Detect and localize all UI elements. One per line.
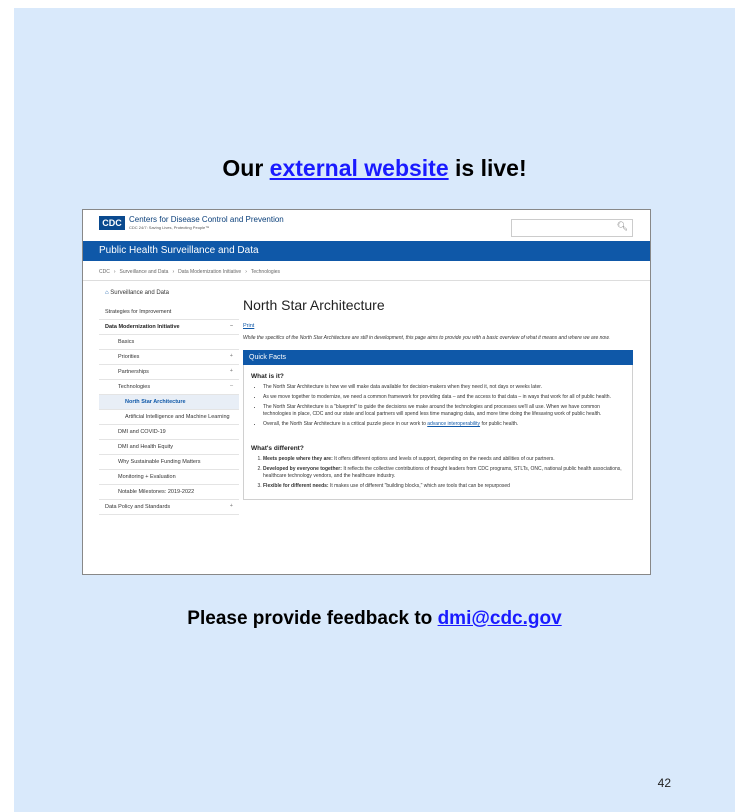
- collapse-icon[interactable]: –: [230, 383, 233, 389]
- sidebar-item-label: Why Sustainable Funding Matters: [118, 459, 201, 465]
- list-item-text: It makes use of different "building bloc…: [329, 483, 510, 489]
- list-item: As we move together to modernize, we nee…: [263, 394, 625, 401]
- sidebar-item[interactable]: Data Modernization Initiative –: [99, 320, 239, 335]
- sidebar-item[interactable]: Strategies for Improvement: [99, 305, 239, 320]
- list-item-bold: Developed by everyone together:: [263, 466, 342, 472]
- main-content: North Star Architecture Print While the …: [243, 297, 633, 500]
- what-is-it-heading: What is it?: [251, 373, 284, 380]
- breadcrumb-separator: ›: [172, 269, 175, 275]
- expand-icon[interactable]: +: [230, 368, 233, 374]
- site-banner[interactable]: Public Health Surveillance and Data: [83, 241, 650, 261]
- list-item: Flexible for different needs: It makes u…: [263, 483, 625, 490]
- list-item-bold: Meets people where they are:: [263, 456, 333, 462]
- sidebar-item[interactable]: Priorities +: [99, 350, 239, 365]
- sidebar-nav: ⌂ Surveillance and Data Strategies for I…: [99, 290, 239, 515]
- sidebar-item[interactable]: DMI and Health Equity: [99, 440, 239, 455]
- list-item-text: It offers different options and levels o…: [334, 456, 555, 462]
- quick-facts-box: What is it? The North Star Architecture …: [243, 365, 633, 500]
- quick-facts-header: Quick Facts: [243, 350, 633, 365]
- sidebar-item-label: Monitoring + Evaluation: [118, 474, 176, 480]
- list-item-text: for public health.: [481, 421, 519, 427]
- sidebar-home-label: Surveillance and Data: [110, 290, 169, 296]
- sidebar-item-label: Basics: [118, 339, 135, 345]
- sidebar-item-label: Strategies for Improvement: [105, 309, 172, 315]
- sidebar-item-label: Priorities: [118, 354, 140, 360]
- sidebar-item[interactable]: Partnerships +: [99, 365, 239, 380]
- breadcrumb-item[interactable]: Surveillance and Data: [120, 269, 169, 275]
- list-item: The North Star Architecture is a "bluepr…: [263, 404, 625, 418]
- breadcrumb-item[interactable]: CDC: [99, 269, 110, 275]
- expand-icon[interactable]: +: [230, 503, 233, 509]
- sidebar-item[interactable]: Why Sustainable Funding Matters: [99, 455, 239, 470]
- slide-title: Our external website is live!: [14, 155, 735, 182]
- feedback-email-link[interactable]: dmi@cdc.gov: [438, 608, 562, 629]
- page-number: 42: [657, 776, 671, 790]
- sidebar-item-label: North Star Architecture: [125, 399, 186, 405]
- sidebar-item-label: Artificial Intelligence and Machine Lear…: [125, 414, 230, 420]
- title-prefix: Our: [222, 155, 264, 181]
- sidebar-item[interactable]: Notable Milestones: 2019-2022: [99, 485, 239, 500]
- sidebar-item[interactable]: Basics: [99, 335, 239, 350]
- facts-list: The North Star Architecture is how we wi…: [251, 384, 625, 428]
- cdc-header: CDC Centers for Disease Control and Prev…: [83, 210, 650, 241]
- breadcrumb: CDC › Surveillance and Data › Data Moderniza…: [99, 269, 284, 275]
- intro-text: While the specifics of the North Star Ar…: [243, 335, 610, 341]
- sidebar-item[interactable]: Data Policy and Standards +: [99, 500, 239, 515]
- search-input[interactable]: 🔍︎: [511, 219, 633, 237]
- breadcrumb-item[interactable]: Technologies: [251, 269, 280, 275]
- sidebar-item-label: DMI and Health Equity: [118, 444, 174, 450]
- title-suffix: is live!: [455, 155, 527, 181]
- page-title: North Star Architecture: [243, 297, 385, 313]
- list-item: Developed by everyone together: It refle…: [263, 466, 625, 480]
- slide: Our external website is live! CDC Center…: [14, 8, 735, 812]
- print-link[interactable]: Print: [243, 323, 633, 329]
- search-icon[interactable]: 🔍︎: [617, 221, 628, 232]
- differences-list: Meets people where they are: It offers d…: [251, 456, 625, 490]
- sidebar-item-label: Notable Milestones: 2019-2022: [118, 489, 195, 495]
- sidebar-item-label: Data Modernization Initiative: [105, 324, 180, 330]
- sidebar-item[interactable]: Technologies –: [99, 380, 239, 395]
- sidebar-item[interactable]: Artificial Intelligence and Machine Lear…: [99, 410, 239, 425]
- whats-different-heading: What's different?: [251, 445, 304, 452]
- sidebar-item[interactable]: DMI and COVID-19: [99, 425, 239, 440]
- cdc-logo[interactable]: CDC: [99, 216, 125, 230]
- sidebar-home[interactable]: ⌂ Surveillance and Data: [99, 290, 239, 296]
- sidebar-item[interactable]: Monitoring + Evaluation: [99, 470, 239, 485]
- sidebar-item-label: Technologies: [118, 384, 151, 390]
- breadcrumb-item[interactable]: Data Modernization Initiative: [178, 269, 241, 275]
- list-item-bold: Flexible for different needs:: [263, 483, 329, 489]
- sidebar-item-label: DMI and COVID-19: [118, 429, 166, 435]
- sidebar-item-label: Partnerships: [118, 369, 149, 375]
- external-website-link[interactable]: external website: [270, 155, 449, 181]
- feedback-prefix: Please provide feedback to: [187, 608, 433, 629]
- sidebar-item[interactable]: North Star Architecture: [99, 395, 239, 410]
- list-item-text: Overall, the North Star Architecture is …: [263, 421, 426, 427]
- list-item: Meets people where they are: It offers d…: [263, 456, 625, 463]
- list-item: The North Star Architecture is how we wi…: [263, 384, 625, 391]
- cdc-org-name: Centers for Disease Control and Preventi…: [129, 215, 284, 224]
- list-item: Overall, the North Star Architecture is …: [263, 421, 625, 428]
- collapse-icon[interactable]: –: [230, 323, 233, 329]
- interoperability-link[interactable]: advance interoperability: [427, 421, 480, 427]
- expand-icon[interactable]: +: [230, 353, 233, 359]
- divider: [83, 280, 650, 281]
- feedback-line: Please provide feedback to dmi@cdc.gov: [14, 608, 735, 630]
- home-icon: ⌂: [105, 290, 109, 296]
- cdc-tagline: CDC 24/7: Saving Lives, Protecting Peopl…: [129, 225, 210, 230]
- website-screenshot: CDC Centers for Disease Control and Prev…: [82, 209, 651, 575]
- sidebar-item-label: Data Policy and Standards: [105, 504, 171, 510]
- breadcrumb-separator: ›: [245, 269, 247, 275]
- breadcrumb-separator: ›: [113, 269, 116, 275]
